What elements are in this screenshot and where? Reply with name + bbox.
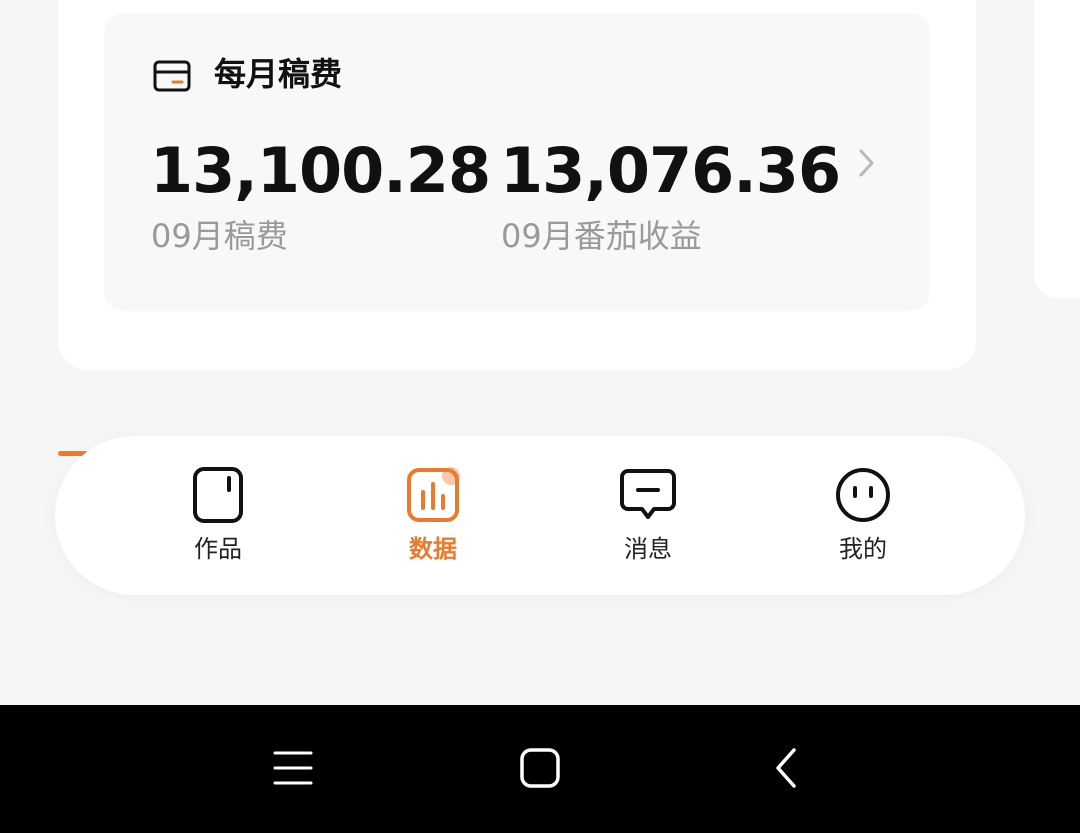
works-icon <box>193 467 243 523</box>
tab-label-messages: 消息 <box>624 535 672 563</box>
stat-value-fee: 13,100.28 <box>150 134 491 207</box>
stat-value-income: 13,076.36 <box>500 134 841 207</box>
profile-face-icon <box>836 468 890 522</box>
message-icon <box>620 469 676 519</box>
chart-icon <box>407 467 460 522</box>
chevron-right-icon[interactable] <box>852 146 880 180</box>
tab-works[interactable]: 作品 <box>148 466 288 576</box>
adjacent-card[interactable] <box>1034 0 1080 298</box>
tab-profile[interactable]: 我的 <box>793 466 933 576</box>
home-icon[interactable] <box>518 746 562 790</box>
stat-label-income: 09月番茄收益 <box>501 217 702 255</box>
card-title: 每月稿费 <box>214 55 343 93</box>
back-icon[interactable] <box>772 746 802 790</box>
stat-label-fee: 09月稿费 <box>151 217 288 255</box>
tab-messages[interactable]: 消息 <box>578 466 718 576</box>
menu-icon[interactable] <box>272 748 314 788</box>
tab-label-works: 作品 <box>194 535 242 563</box>
tab-label-data: 数据 <box>409 535 457 563</box>
wallet-card-icon <box>153 60 191 92</box>
tab-data[interactable]: 数据 <box>363 466 503 576</box>
tab-label-profile: 我的 <box>839 535 887 563</box>
